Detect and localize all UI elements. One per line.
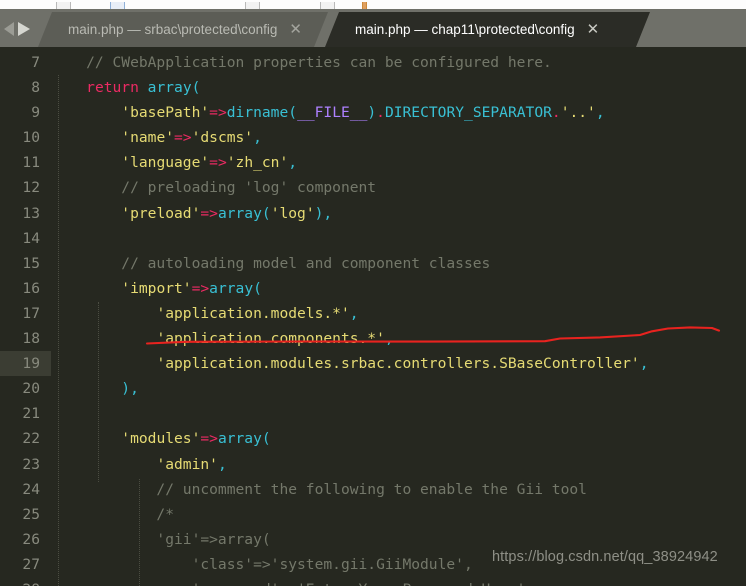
chrome-ghost-5 bbox=[362, 2, 367, 9]
code-line[interactable]: 28 'password'=>'Enter Your Password Here… bbox=[0, 577, 746, 586]
code-line-text: return array( bbox=[86, 79, 201, 97]
watermark-text: https://blog.csdn.net/qq_38924942 bbox=[492, 549, 718, 565]
code-line-text: /* bbox=[51, 505, 175, 523]
line-number: 21 bbox=[22, 405, 40, 423]
code-line[interactable]: 13 'preload'=>array('log'), bbox=[0, 201, 746, 226]
line-number: 16 bbox=[22, 279, 40, 297]
line-number: 11 bbox=[22, 154, 40, 172]
code-line[interactable]: 22 'modules'=>array( bbox=[0, 426, 746, 451]
chrome-ghost-3 bbox=[245, 2, 260, 9]
line-number: 17 bbox=[22, 304, 40, 322]
code-line-text: // preloading 'log' component bbox=[51, 179, 377, 197]
code-line[interactable]: 15 // autoloading model and component cl… bbox=[0, 251, 746, 276]
code-line-text: 'application.models.*', bbox=[156, 304, 359, 322]
code-line[interactable]: 19 'application.modules.srbac.controller… bbox=[0, 351, 746, 377]
tab-bar: main.php — srbac\protected\config ✕ main… bbox=[0, 9, 746, 47]
tab-label: main.php — srbac\protected\config bbox=[68, 22, 278, 37]
tab-label: main.php — chap11\protected\config bbox=[355, 22, 575, 37]
triangle-right-icon[interactable] bbox=[18, 22, 30, 36]
code-line-text: ), bbox=[121, 380, 139, 398]
line-number: 9 bbox=[31, 104, 40, 122]
line-number: 28 bbox=[0, 577, 40, 586]
code-line-text: 'application.modules.srbac.controllers.S… bbox=[156, 355, 649, 373]
line-number: 23 bbox=[22, 455, 40, 473]
line-number: 8 bbox=[31, 79, 40, 97]
code-line[interactable]: 7 // CWebApplication properties can be c… bbox=[0, 50, 746, 75]
code-line-text: 'modules'=>array( bbox=[121, 430, 271, 448]
line-number: 26 bbox=[22, 530, 40, 548]
line-number: 15 bbox=[22, 254, 40, 272]
line-number: 18 bbox=[22, 330, 40, 348]
close-icon[interactable]: ✕ bbox=[289, 22, 302, 37]
tab-main-php-srbac[interactable]: main.php — srbac\protected\config ✕ bbox=[38, 12, 328, 47]
code-line[interactable]: 11 'language'=>'zh_cn', bbox=[0, 150, 746, 175]
code-line[interactable]: 8 return array( bbox=[0, 75, 746, 100]
code-editor[interactable]: 7 // CWebApplication properties can be c… bbox=[0, 47, 746, 586]
code-line-text: // uncomment the following to enable the… bbox=[51, 480, 587, 498]
code-line[interactable]: 23 'admin', bbox=[0, 452, 746, 477]
code-line-text: 'application.components.*', bbox=[156, 330, 394, 348]
chrome-ghost-2 bbox=[110, 2, 125, 9]
line-number: 22 bbox=[22, 430, 40, 448]
code-line-text: 'preload'=>array('log'), bbox=[121, 204, 333, 222]
close-icon[interactable]: ✕ bbox=[587, 22, 600, 37]
code-line-text: // autoloading model and component class… bbox=[51, 254, 491, 272]
code-line[interactable]: 16 'import'=>array( bbox=[0, 276, 746, 301]
tab-main-php-chap11[interactable]: main.php — chap11\protected\config ✕ bbox=[325, 12, 650, 47]
code-line[interactable]: 20 ), bbox=[0, 376, 746, 401]
code-line-text: 'name'=>'dscms', bbox=[121, 129, 262, 147]
chrome-ghost-1 bbox=[56, 2, 71, 9]
code-line-text: 'basePath'=>dirname(__FILE__).DIRECTORY_… bbox=[121, 104, 605, 122]
code-line-text: 'password'=>'Enter Your Password Here', bbox=[51, 577, 535, 586]
line-number: 27 bbox=[22, 555, 40, 573]
code-line[interactable]: 17 'application.models.*', bbox=[0, 301, 746, 326]
code-line[interactable]: 21 bbox=[0, 401, 746, 426]
line-number: 20 bbox=[22, 380, 40, 398]
code-line[interactable]: 9 'basePath'=>dirname(__FILE__).DIRECTOR… bbox=[0, 100, 746, 125]
triangle-left-icon[interactable] bbox=[4, 22, 14, 36]
line-number: 10 bbox=[22, 129, 40, 147]
line-number: 25 bbox=[22, 505, 40, 523]
code-line[interactable]: 14 bbox=[0, 226, 746, 251]
code-line[interactable]: 25 /* bbox=[0, 502, 746, 527]
code-line-text: 'class'=>'system.gii.GiiModule', bbox=[51, 555, 473, 573]
editor-window: main.php — srbac\protected\config ✕ main… bbox=[0, 0, 746, 586]
chrome-ghost-4 bbox=[320, 2, 335, 9]
line-number: 24 bbox=[22, 480, 40, 498]
code-line-text: 'language'=>'zh_cn', bbox=[121, 154, 298, 172]
code-line-text: 'admin', bbox=[156, 455, 227, 473]
line-number: 14 bbox=[22, 229, 40, 247]
line-number: 19 bbox=[22, 355, 40, 373]
line-number: 12 bbox=[22, 179, 40, 197]
code-line[interactable]: 12 // preloading 'log' component bbox=[0, 175, 746, 200]
code-line-text: // CWebApplication properties can be con… bbox=[51, 54, 552, 71]
line-number: 13 bbox=[22, 204, 40, 222]
code-line[interactable]: 10 'name'=>'dscms', bbox=[0, 125, 746, 150]
code-lines[interactable]: 7 // CWebApplication properties can be c… bbox=[0, 47, 746, 586]
line-number: 7 bbox=[31, 54, 40, 71]
code-line[interactable]: 18 'application.components.*', bbox=[0, 326, 746, 351]
code-line-text: 'import'=>array( bbox=[121, 279, 262, 297]
code-line[interactable]: 24 // uncomment the following to enable … bbox=[0, 477, 746, 502]
code-line-text: 'gii'=>array( bbox=[51, 530, 271, 548]
